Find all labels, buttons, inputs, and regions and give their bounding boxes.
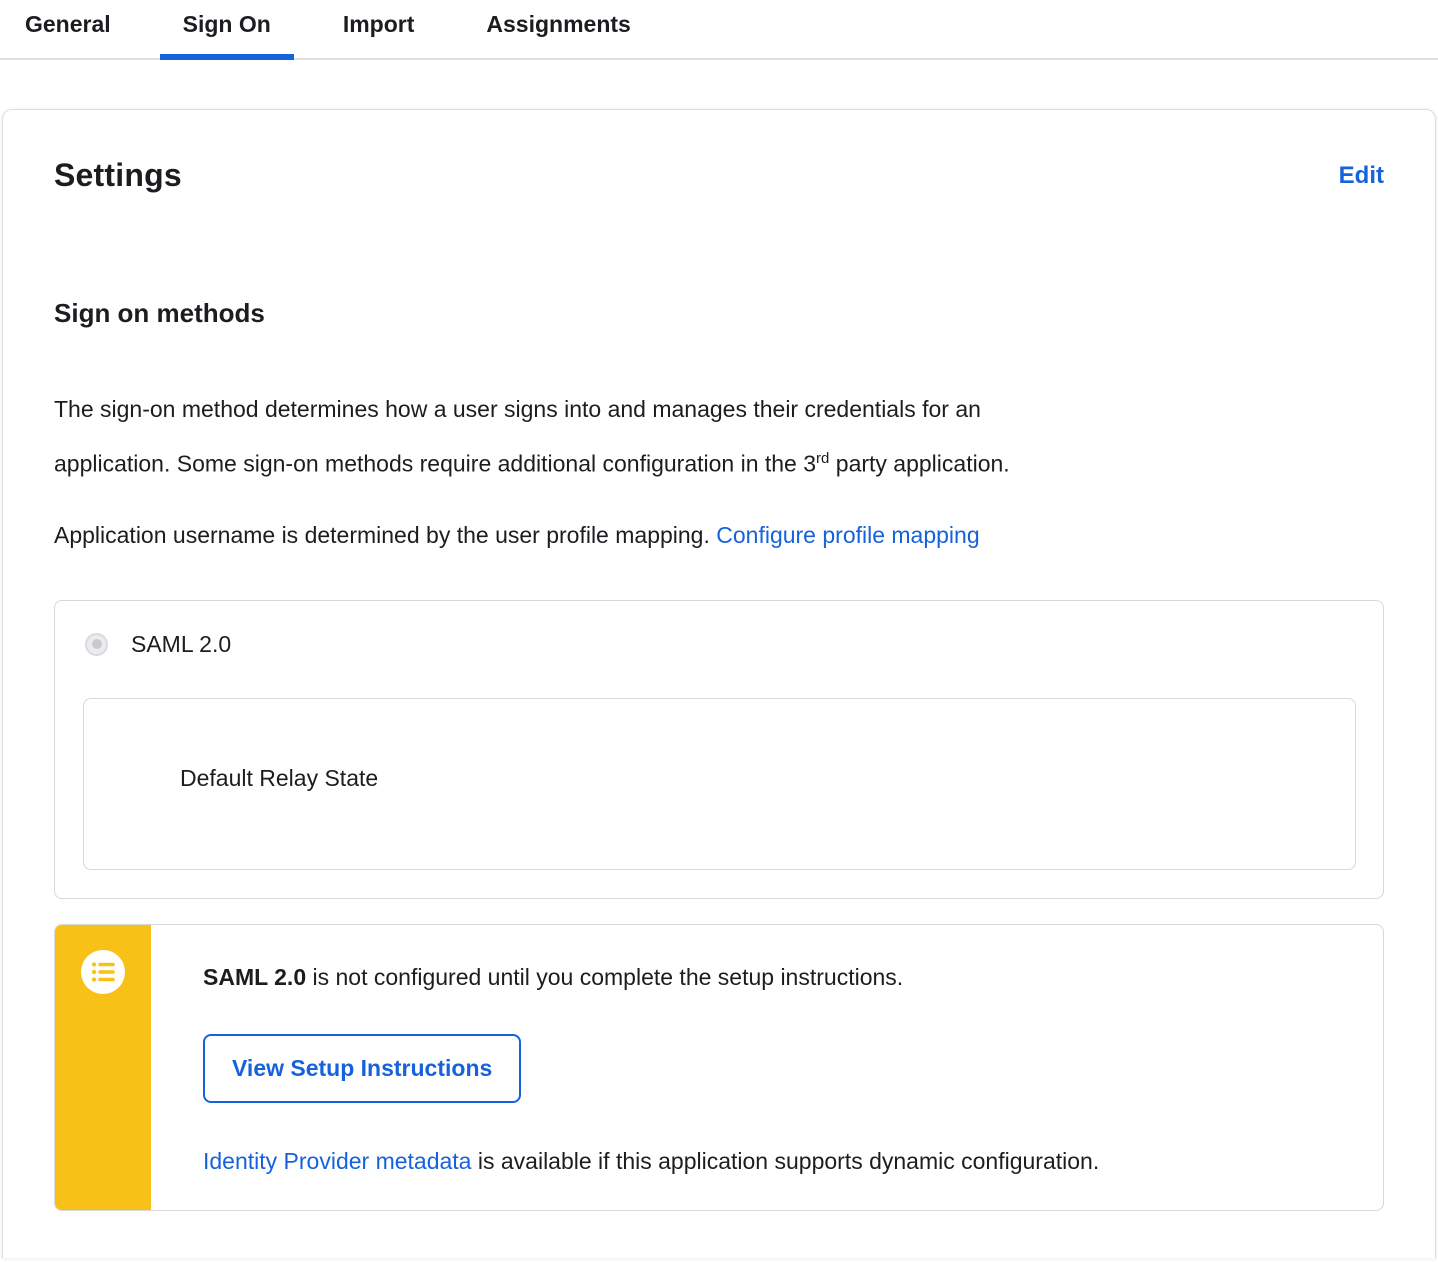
description-line-2-tail: party application. — [829, 450, 1010, 477]
warning-message-bold: SAML 2.0 — [203, 963, 307, 990]
list-icon — [81, 949, 125, 994]
identity-provider-metadata-link[interactable]: Identity Provider metadata — [203, 1148, 471, 1174]
settings-card-header: Settings Edit — [54, 110, 1384, 194]
tab-sign-on[interactable]: Sign On — [159, 0, 295, 60]
username-mapping-text: Application username is determined by th… — [54, 511, 1384, 560]
username-mapping-static: Application username is determined by th… — [54, 521, 717, 548]
relay-state-label: Default Relay State — [180, 764, 379, 791]
description-line-2: application. Some sign-on methods requir… — [54, 434, 1384, 489]
warning-message: SAML 2.0 is not configured until you com… — [203, 961, 1343, 994]
warning-content: SAML 2.0 is not configured until you com… — [151, 925, 1383, 1210]
description-line-2-text: application. Some sign-on methods requir… — [54, 450, 817, 477]
saml-radio-button[interactable] — [85, 632, 108, 656]
tab-import[interactable]: Import — [320, 0, 438, 58]
saml-method-box: SAML 2.0 Default Relay State — [54, 599, 1384, 899]
settings-card: Settings Edit Sign on methods The sign-o… — [2, 109, 1436, 1258]
edit-link[interactable]: Edit — [1339, 162, 1384, 190]
app-tab-bar: General Sign On Import Assignments — [0, 0, 1438, 60]
metadata-text: Identity Provider metadata is available … — [203, 1137, 1343, 1186]
saml-radio-row: SAML 2.0 — [83, 631, 1356, 658]
warning-message-rest: is not configured until you complete the… — [306, 963, 904, 990]
tab-assignments[interactable]: Assignments — [463, 0, 653, 58]
saml-radio-label: SAML 2.0 — [131, 630, 232, 657]
ordinal-superscript: rd — [816, 450, 830, 467]
page-title: Settings — [54, 157, 182, 193]
saml-warning-callout: SAML 2.0 is not configured until you com… — [54, 923, 1384, 1211]
sign-on-methods-heading: Sign on methods — [54, 298, 265, 328]
relay-state-panel: Default Relay State — [83, 697, 1356, 870]
warning-strip — [55, 924, 151, 1210]
view-setup-instructions-button[interactable]: View Setup Instructions — [203, 1033, 522, 1103]
tab-general[interactable]: General — [2, 0, 134, 58]
metadata-text-rest: is available if this application support… — [471, 1147, 1100, 1174]
sign-on-description: The sign-on method determines how a user… — [54, 385, 1384, 489]
description-line-1: The sign-on method determines how a user… — [54, 396, 981, 422]
configure-profile-mapping-link[interactable]: Configure profile mapping — [716, 522, 979, 548]
